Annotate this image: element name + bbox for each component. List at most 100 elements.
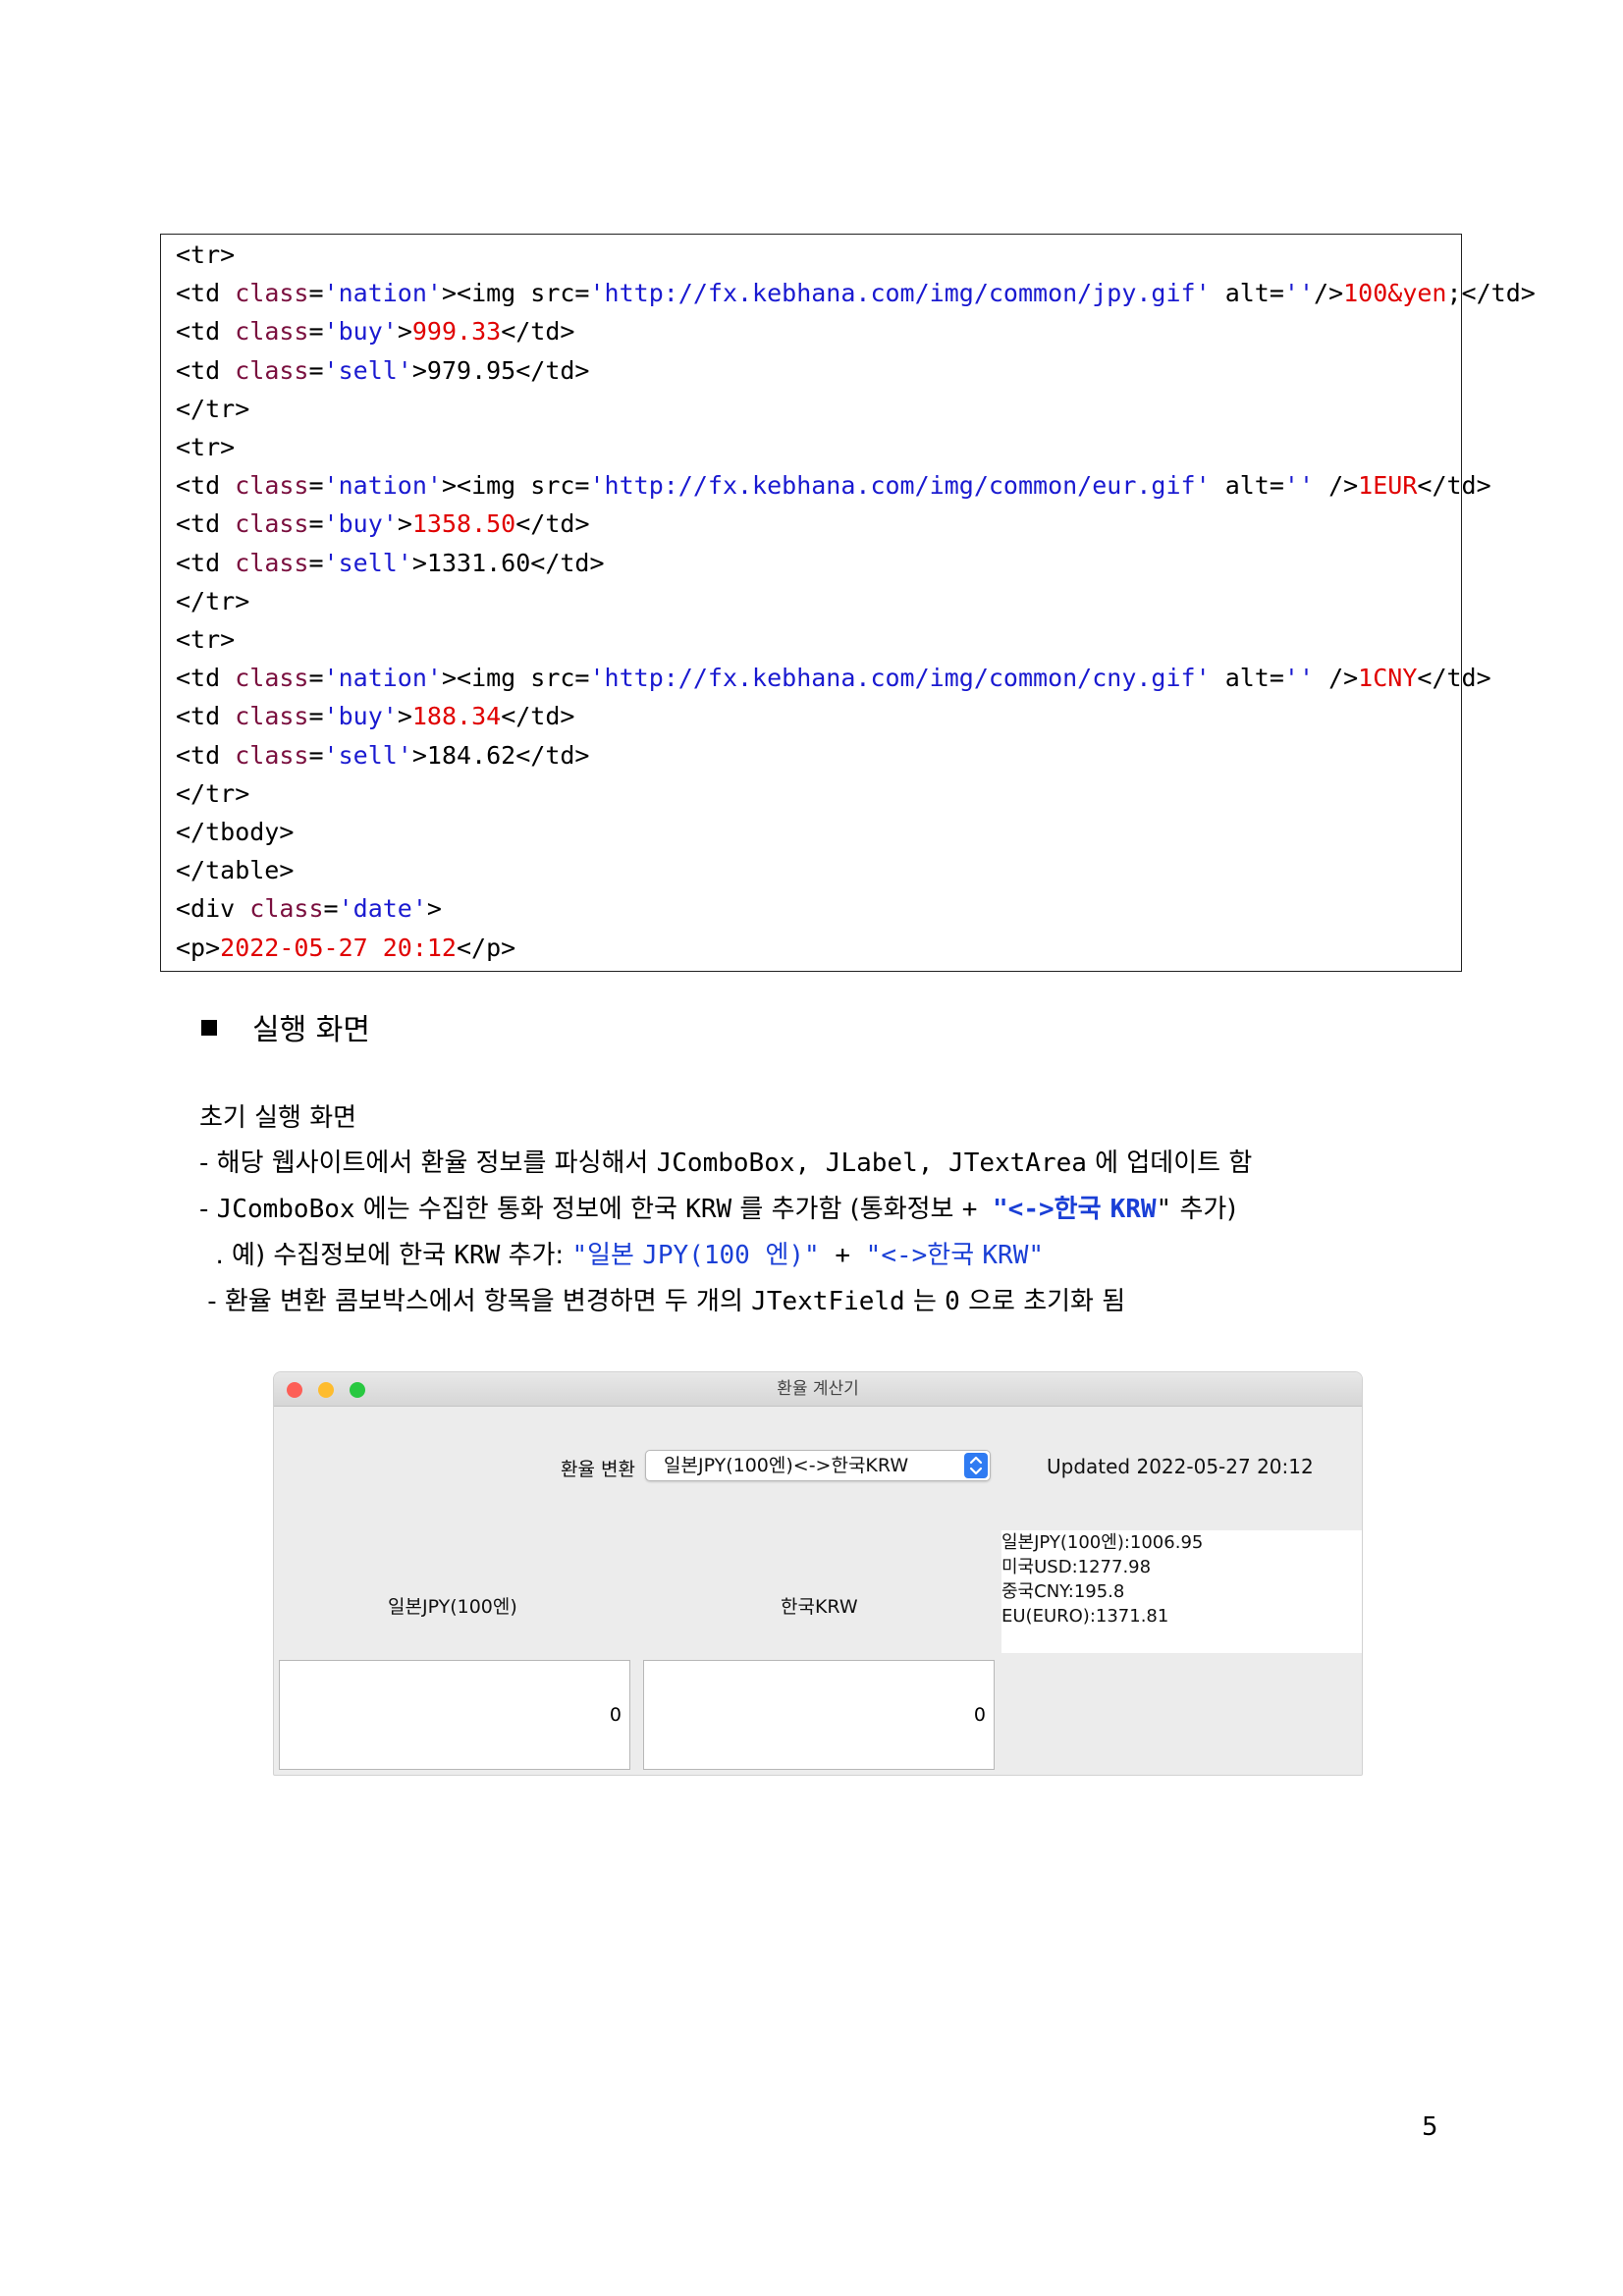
code-token: >1331.60</td> xyxy=(411,548,605,577)
code-token: </tr> xyxy=(176,778,250,808)
square-bullet-icon xyxy=(201,1020,217,1036)
text-run: JPY(100 xyxy=(642,1241,766,1270)
code-token: alt= xyxy=(1210,279,1284,308)
code-token: > xyxy=(397,317,412,347)
chevron-updown-icon[interactable] xyxy=(964,1453,988,1478)
code-listing: <tr> <td class='nation'><img src='http://… xyxy=(160,234,1536,972)
text-run: KRW xyxy=(1109,1195,1157,1224)
updated-label: Updated 2022-05-27 20:12 xyxy=(1047,1455,1314,1478)
text-run: " xyxy=(1156,1195,1172,1224)
currency-combobox[interactable]: 일본JPY(100엔)<->한국KRW xyxy=(645,1450,991,1481)
code-token: class xyxy=(235,509,309,539)
text-run: JComboBox xyxy=(216,1195,355,1224)
code-line: </tr> xyxy=(176,390,249,428)
code-token: ;</td> xyxy=(1446,279,1536,308)
code-token: = xyxy=(308,317,324,347)
rate-line: 중국CNY:195.8 xyxy=(1001,1581,1125,1602)
code-token: <td xyxy=(176,279,236,308)
code-token: 'http://fx.kebhana.com/img/common/jpy.gi… xyxy=(589,279,1211,308)
code-token: = xyxy=(308,355,324,385)
code-token: <tr> xyxy=(176,240,236,269)
code-line: </table> xyxy=(176,851,294,889)
code-token: = xyxy=(308,664,324,693)
code-token: >184.62</td> xyxy=(411,740,590,770)
code-token: </p> xyxy=(456,933,516,962)
text-run: 에는 수집한 통화 정보에 한국 xyxy=(354,1195,686,1224)
right-amount-value: 0 xyxy=(973,1704,986,1726)
code-token: class xyxy=(235,548,309,577)
code-token: ><img src= xyxy=(441,664,590,693)
code-token: 'nation' xyxy=(323,664,442,693)
code-token: class xyxy=(235,702,309,731)
code-token: /> xyxy=(1314,664,1359,693)
code-token: </td> xyxy=(1417,471,1491,501)
code-token: 'nation' xyxy=(323,279,442,308)
code-token: ><img src= xyxy=(441,471,590,501)
code-token: 'sell' xyxy=(323,355,412,385)
page-number: 5 xyxy=(1422,2112,1438,2142)
rates-textarea[interactable]: 일본JPY(100엔):1006.95 미국USD:1277.98 중국CNY:… xyxy=(1001,1530,1362,1653)
text-run: KRW" xyxy=(982,1241,1045,1270)
minimize-window-icon[interactable] xyxy=(318,1382,334,1398)
code-line: <td class='buy'>999.33</td> xyxy=(176,312,574,350)
text-run: - 해당 웹사이트에서 환율 정보를 파싱해서 xyxy=(199,1148,657,1178)
code-line: <tr> xyxy=(176,236,235,274)
code-line: <td class='buy'>1358.50</td> xyxy=(176,505,590,543)
section-heading: 실행 화면 xyxy=(201,1011,370,1050)
code-token: = xyxy=(308,740,324,770)
code-token: <td xyxy=(176,317,236,347)
text-run: "<-> xyxy=(865,1241,928,1270)
code-token: 'buy' xyxy=(323,702,398,731)
text-run: 으로 초기화 됨 xyxy=(959,1287,1126,1316)
code-token: ><img src= xyxy=(441,279,590,308)
rate-line: EU(EURO):1371.81 xyxy=(1001,1606,1169,1627)
code-token: <div xyxy=(176,894,250,924)
code-token: 'sell' xyxy=(323,548,412,577)
text-run: - 환율 변환 콤보박스에서 항목을 변경하면 두 개의 xyxy=(199,1287,752,1316)
desc-line-4: - 환율 변환 콤보박스에서 항목을 변경하면 두 개의 JTextField … xyxy=(199,1283,1125,1320)
code-token: class xyxy=(235,471,309,501)
code-token: /> xyxy=(1314,471,1359,501)
code-line: <tr> xyxy=(176,428,235,466)
text-run: 엔 xyxy=(765,1241,789,1270)
code-token: <td xyxy=(176,355,236,385)
rate-line: 미국USD:1277.98 xyxy=(1001,1557,1152,1577)
desc-line-1: - 해당 웹사이트에서 환율 정보를 파싱해서 JComboBox, JLabe… xyxy=(199,1145,1252,1182)
code-token: <td xyxy=(176,471,236,501)
text-run: JComboBox, JLabel, JTextArea xyxy=(656,1148,1087,1178)
code-line: <td class='sell'>979.95</td> xyxy=(176,351,589,390)
code-token: = xyxy=(323,894,339,924)
code-token: > xyxy=(426,894,442,924)
left-amount-field[interactable]: 0 xyxy=(279,1660,630,1770)
text-run: KRW xyxy=(685,1195,732,1224)
right-amount-field[interactable]: 0 xyxy=(643,1660,995,1770)
code-token: 188.34 xyxy=(411,702,502,731)
desc-heading: 초기 실행 화면 xyxy=(199,1103,357,1133)
close-window-icon[interactable] xyxy=(287,1382,302,1398)
text-run: 0 xyxy=(945,1287,960,1316)
desc-line-3: . 예) 수집정보에 한국 KRW 추가: "일본 JPY(100 엔)" + … xyxy=(199,1237,1045,1274)
zoom-window-icon[interactable] xyxy=(350,1382,365,1398)
window-title: 환율 계산기 xyxy=(777,1379,859,1399)
code-line: </tbody> xyxy=(176,813,294,851)
code-token: 'http://fx.kebhana.com/img/common/eur.gi… xyxy=(589,471,1211,501)
code-token: = xyxy=(308,702,324,731)
code-token: </td> xyxy=(515,509,590,539)
code-token: 100&yen xyxy=(1343,279,1447,308)
section-title: 실행 화면 xyxy=(252,1013,370,1047)
code-line: <td class='nation'><img src='http://fx.k… xyxy=(176,466,1491,505)
code-token: <td xyxy=(176,702,236,731)
code-line: <td class='sell'>1331.60</td> xyxy=(176,544,605,582)
text-run: 추가) xyxy=(1171,1195,1237,1224)
code-token: <td xyxy=(176,740,236,770)
code-token: class xyxy=(235,355,309,385)
rate-line: 일본JPY(100엔):1006.95 xyxy=(1001,1532,1204,1553)
text-run: 는 xyxy=(904,1287,946,1316)
code-token: = xyxy=(308,548,324,577)
text-run: 한국 xyxy=(1054,1195,1110,1224)
code-token: </tbody> xyxy=(176,818,295,846)
code-token: 999.33 xyxy=(411,317,502,347)
text-run: 한국 xyxy=(927,1241,983,1270)
text-run: " xyxy=(571,1241,588,1270)
right-currency-label: 한국KRW xyxy=(781,1596,858,1618)
